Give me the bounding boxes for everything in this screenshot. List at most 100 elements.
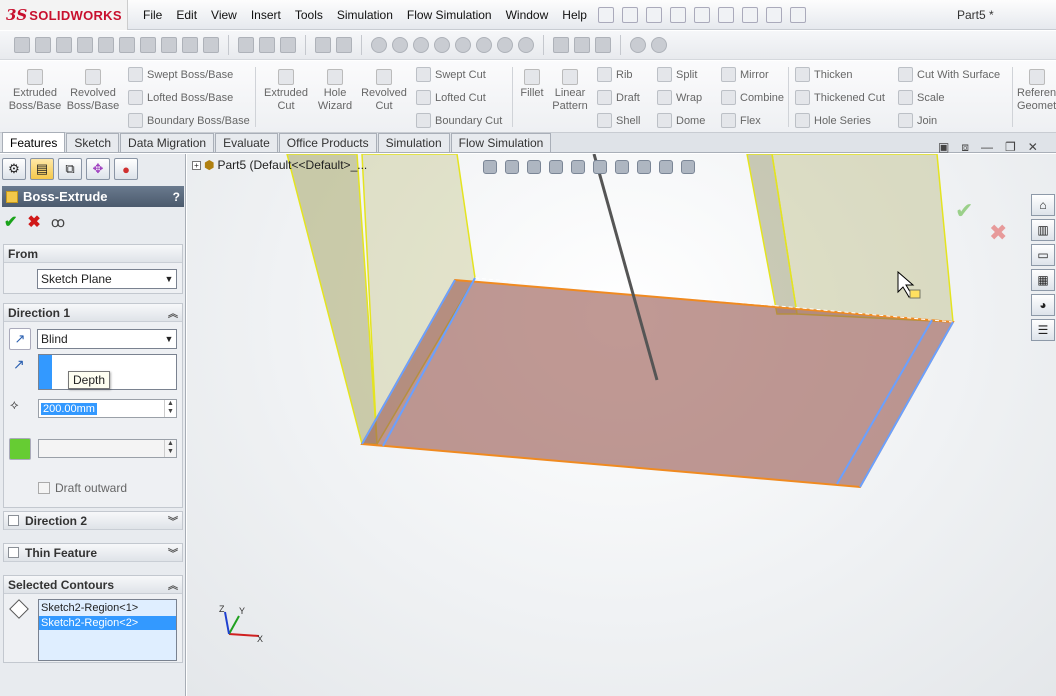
zoom-icon[interactable] <box>413 37 429 53</box>
draft-outward-checkbox[interactable] <box>38 482 50 494</box>
mirror-button[interactable]: Mirror <box>721 67 769 82</box>
extruded-cut-button[interactable]: Extruded Cut <box>260 67 312 113</box>
menu-insert[interactable]: Insert <box>244 8 288 22</box>
collapse-chevron-icon[interactable]: ︽ <box>168 577 178 592</box>
list-item[interactable]: Sketch2-Region<1> <box>39 600 176 616</box>
end-condition-select[interactable]: Blind ▼ <box>37 329 177 349</box>
previous-view-icon[interactable] <box>527 160 541 174</box>
solidworks-logo[interactable]: 3S SOLIDWORKS <box>0 0 128 30</box>
combine-button[interactable]: Combine <box>721 90 784 105</box>
thin-feature-checkbox[interactable] <box>8 547 19 558</box>
draft-angle-input[interactable]: ▲ ▼ <box>38 439 177 458</box>
thin-feature-group-header[interactable]: Thin Feature ︾ <box>4 544 182 562</box>
section-view-icon[interactable] <box>549 160 563 174</box>
new-document-icon[interactable] <box>598 7 614 23</box>
expand-plus-icon[interactable]: + <box>192 160 201 170</box>
hole-series-button[interactable]: Hole Series <box>795 113 871 128</box>
depth-input[interactable]: 200.00mm ▲ ▼ <box>38 399 177 418</box>
selected-contours-header[interactable]: Selected Contours ︽ <box>4 576 182 594</box>
hide-show-icon[interactable] <box>476 37 492 53</box>
apply-scene-icon[interactable] <box>659 160 673 174</box>
relations-icon[interactable] <box>315 37 331 53</box>
dome-button[interactable]: Dome <box>657 113 705 128</box>
menu-tools[interactable]: Tools <box>288 8 330 22</box>
scale-button[interactable]: Scale <box>898 90 945 105</box>
smart-dimension-icon[interactable] <box>35 37 51 53</box>
shell-button[interactable]: Shell <box>597 113 640 128</box>
tab-flow-simulation[interactable]: Flow Simulation <box>450 133 552 152</box>
view-palette-icon[interactable]: ▦ <box>1031 269 1055 291</box>
swept-boss-button[interactable]: Swept Boss/Base <box>128 67 233 82</box>
confirm-cancel-icon[interactable]: ✖ <box>989 220 1007 246</box>
trim-icon[interactable] <box>182 37 198 53</box>
hole-wizard-button[interactable]: Hole Wizard <box>314 67 356 113</box>
tab-data-migration[interactable]: Data Migration <box>120 133 215 152</box>
reverse-direction-icon[interactable]: ↗ <box>9 328 31 350</box>
from-group-header[interactable]: From <box>4 245 182 263</box>
expand-chevron-icon[interactable]: ︾ <box>168 513 178 528</box>
rectangle-icon[interactable] <box>77 37 93 53</box>
direction1-group-header[interactable]: Direction 1 ︽ <box>4 304 182 322</box>
preview-glasses-icon[interactable]: ꝏ <box>51 214 65 231</box>
edit-appearance-icon[interactable] <box>497 37 513 53</box>
menu-window[interactable]: Window <box>499 8 556 22</box>
wrap-button[interactable]: Wrap <box>657 90 702 105</box>
cut-with-surface-button[interactable]: Cut With Surface <box>898 67 1000 82</box>
display-manager-tab-icon[interactable]: ● <box>114 158 138 180</box>
scene-icon[interactable] <box>518 37 534 53</box>
from-select[interactable]: Sketch Plane ▼ <box>37 269 177 289</box>
lofted-cut-button[interactable]: Lofted Cut <box>416 90 486 105</box>
configuration-manager-tab-icon[interactable]: ⧉ <box>58 158 82 180</box>
thicken-button[interactable]: Thicken <box>795 67 853 82</box>
options-icon[interactable] <box>790 7 806 23</box>
ok-check-icon[interactable]: ✔ <box>4 212 17 232</box>
tile-horizontal-icon[interactable]: ▣ <box>938 140 949 155</box>
property-manager-tab-icon[interactable]: ▤ <box>30 158 54 180</box>
confirm-ok-icon[interactable]: ✔ <box>955 198 973 224</box>
view-orientation-icon[interactable] <box>571 160 585 174</box>
custom-properties-icon[interactable]: ☰ <box>1031 319 1055 341</box>
tab-office-products[interactable]: Office Products <box>278 133 377 152</box>
cancel-x-icon[interactable]: ✖ <box>27 212 40 232</box>
standard-views-icon[interactable] <box>434 37 450 53</box>
menu-view[interactable]: View <box>204 8 244 22</box>
spin-arrows-icon[interactable]: ▲ ▼ <box>164 440 176 457</box>
flex-button[interactable]: Flex <box>721 113 761 128</box>
close-icon[interactable]: ✕ <box>1028 140 1038 155</box>
record-icon[interactable] <box>574 37 590 53</box>
hide-show-items-icon[interactable] <box>615 160 629 174</box>
join-button[interactable]: Join <box>898 113 937 128</box>
direction2-group-header[interactable]: Direction 2 ︾ <box>4 512 182 530</box>
file-explorer-icon[interactable]: ▭ <box>1031 244 1055 266</box>
split-button[interactable]: Split <box>657 67 697 82</box>
menu-help[interactable]: Help <box>555 8 594 22</box>
menu-simulation[interactable]: Simulation <box>330 8 400 22</box>
zoom-to-area-icon[interactable] <box>505 160 519 174</box>
feature-tree-root[interactable]: + ⬢ Part5 (Default<<Default>_... <box>192 158 367 172</box>
tab-evaluate[interactable]: Evaluate <box>215 133 278 152</box>
rotate-view-icon[interactable] <box>371 37 387 53</box>
draft-button[interactable]: Draft <box>597 90 640 105</box>
undo-icon[interactable] <box>694 7 710 23</box>
minimize-icon[interactable]: — <box>981 140 993 155</box>
task-scheduler-icon[interactable] <box>651 37 667 53</box>
tab-features[interactable]: Features <box>2 132 66 152</box>
collapse-chevron-icon[interactable]: ︽ <box>168 305 178 320</box>
draft-outward-row[interactable]: Draft outward <box>38 481 127 495</box>
solidworks-resources-icon[interactable]: ⌂ <box>1031 194 1055 216</box>
fillet-button[interactable]: Fillet <box>516 67 548 100</box>
rebuild-icon[interactable] <box>742 7 758 23</box>
direction2-checkbox[interactable] <box>8 515 19 526</box>
camera-icon[interactable] <box>553 37 569 53</box>
arc-icon[interactable] <box>119 37 135 53</box>
tab-simulation[interactable]: Simulation <box>377 133 450 152</box>
circle-icon[interactable] <box>98 37 114 53</box>
mirror-entities-icon[interactable] <box>238 37 254 53</box>
spline-icon[interactable] <box>140 37 156 53</box>
lofted-boss-button[interactable]: Lofted Boss/Base <box>128 90 233 105</box>
sketch-tool-icon[interactable] <box>14 37 30 53</box>
model-view[interactable] <box>187 154 1056 696</box>
reference-geometry-button[interactable]: Reference Geometry <box>1014 67 1056 113</box>
view-settings-icon[interactable] <box>681 160 695 174</box>
move-entities-icon[interactable] <box>280 37 296 53</box>
